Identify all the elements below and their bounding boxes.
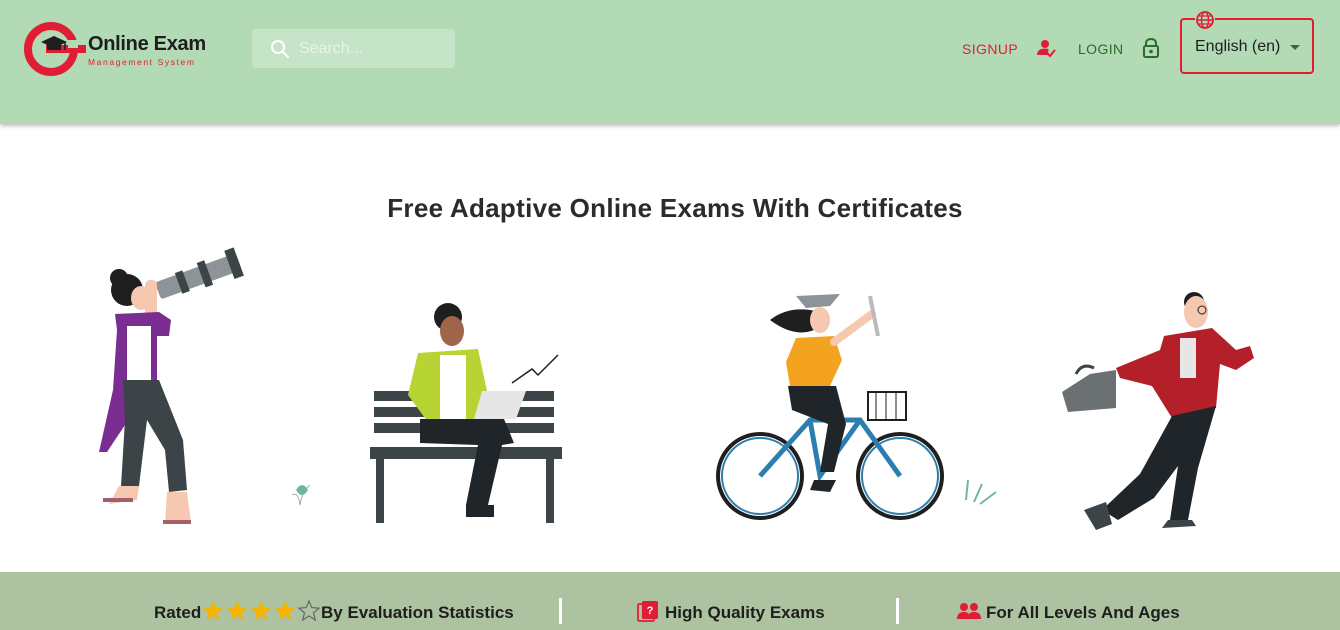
woman-telescope-illustration bbox=[99, 247, 244, 524]
feature-divider bbox=[559, 598, 562, 624]
star-filled-icon bbox=[251, 601, 271, 620]
levels-label: For All Levels And Ages bbox=[986, 603, 1180, 622]
svg-text:?: ? bbox=[647, 605, 654, 617]
rated-label: Rated bbox=[154, 603, 202, 622]
search-icon bbox=[271, 40, 290, 59]
businessman-running-illustration bbox=[1062, 292, 1254, 530]
signup-link[interactable]: SIGNUP bbox=[962, 41, 1018, 57]
feature-divider bbox=[896, 598, 899, 624]
logo-subtitle: Management System bbox=[88, 57, 196, 67]
login-link[interactable]: LOGIN bbox=[1078, 41, 1124, 57]
rating-stars bbox=[203, 600, 320, 622]
language-selected: English (en) bbox=[1195, 38, 1281, 55]
star-filled-icon bbox=[203, 601, 223, 620]
top-header: Online Exam Management System SIGNUP LOG… bbox=[0, 0, 1340, 124]
graduate-bicycle-illustration bbox=[716, 294, 997, 520]
logo-text: Online Exam Management System bbox=[88, 33, 206, 67]
user-check-icon[interactable] bbox=[1036, 38, 1056, 58]
chevron-down-icon bbox=[1290, 45, 1300, 50]
question-book-icon: ? bbox=[637, 601, 658, 622]
hero-title: Free Adaptive Online Exams With Certific… bbox=[387, 193, 963, 223]
logo-title: Online Exam bbox=[88, 33, 206, 55]
globe-icon bbox=[1195, 10, 1215, 30]
star-filled-icon bbox=[275, 601, 295, 620]
people-icon bbox=[957, 603, 981, 619]
search-box[interactable] bbox=[252, 29, 455, 68]
star-outline-icon bbox=[297, 600, 320, 622]
search-input[interactable] bbox=[299, 36, 444, 62]
rated-suffix: By Evaluation Statistics bbox=[321, 603, 514, 622]
lock-icon[interactable] bbox=[1142, 38, 1160, 58]
quality-label: High Quality Exams bbox=[665, 603, 825, 622]
star-filled-icon bbox=[227, 601, 247, 620]
logo-mark bbox=[24, 22, 86, 76]
man-laptop-bench-illustration bbox=[291, 303, 562, 523]
